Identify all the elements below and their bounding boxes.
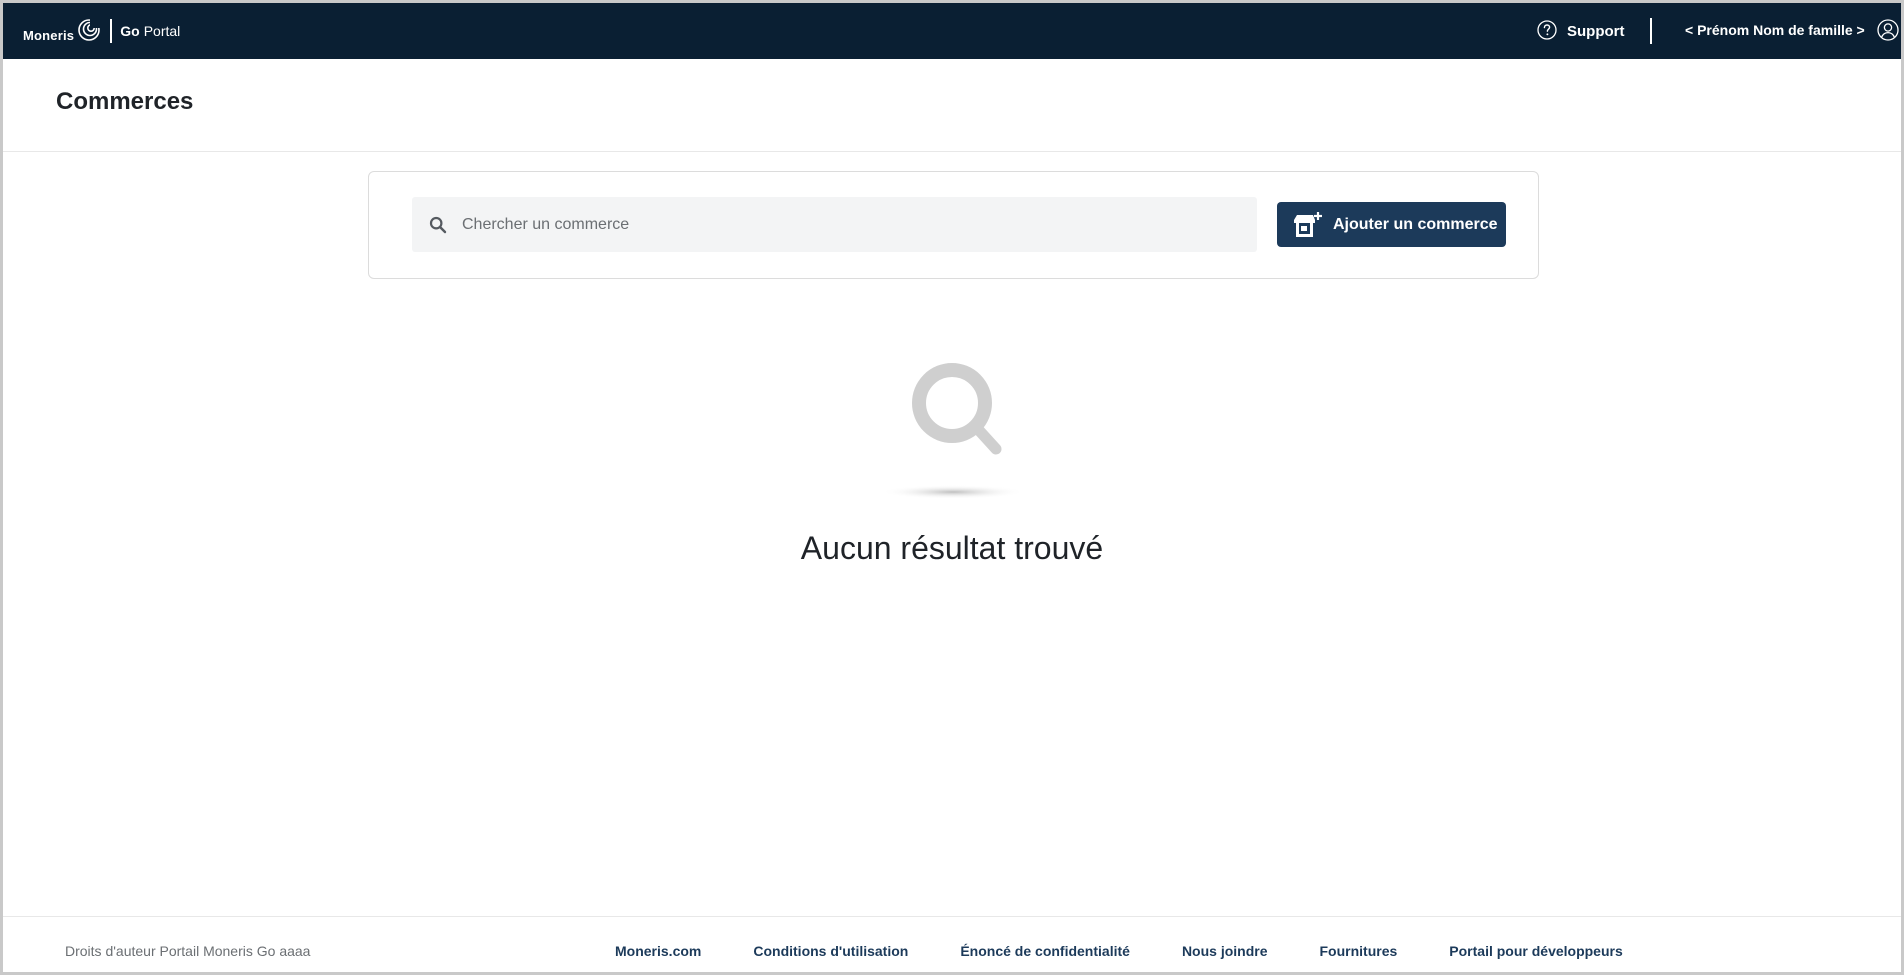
empty-search-icon [881,363,1025,499]
nav-divider [1650,18,1652,44]
moneris-go-portal-logo[interactable]: Moneris Go Portal [23,15,180,47]
add-store-icon [1294,211,1322,237]
user-account-icon[interactable] [1877,19,1899,41]
search-box[interactable] [412,197,1257,252]
no-results-message: Aucun résultat trouvé [800,530,1104,566]
footer-link-privacy[interactable]: Énoncé de confidentialité [960,943,1130,959]
footer-link-moneris[interactable]: Moneris.com [615,943,701,959]
moneris-swirl-icon [78,16,103,41]
logo-divider [110,19,113,43]
user-name-menu[interactable]: < Prénom Nom de famille > [1685,22,1865,38]
page-header: Commerces [3,59,1901,152]
footer: Droits d'auteur Portail Moneris Go aaaa … [3,916,1901,972]
brand-name: Moneris [23,27,75,43]
search-input[interactable] [460,203,1244,246]
search-icon [429,216,447,233]
copyright-text: Droits d'auteur Portail Moneris Go aaaa [65,943,311,959]
footer-link-developers[interactable]: Portail pour développeurs [1449,943,1622,959]
brand-product-go: Go [120,23,140,39]
app-window: Moneris Go Portal Support < Prénom Nom d… [0,0,1904,975]
add-merchant-button[interactable]: Ajouter un commerce [1277,202,1506,247]
footer-links: Moneris.com Conditions d'utilisation Éno… [615,943,1675,959]
help-circle-icon [1537,19,1557,40]
footer-link-contact[interactable]: Nous joindre [1182,943,1268,959]
footer-link-supplies[interactable]: Fournitures [1320,943,1398,959]
brand-product-portal: Portal [143,23,181,39]
support-link[interactable]: Support [1537,19,1625,40]
page-title: Commerces [56,88,194,115]
search-card: Ajouter un commerce [368,171,1539,279]
add-merchant-label: Ajouter un commerce [1333,215,1498,233]
footer-link-terms[interactable]: Conditions d'utilisation [753,943,908,959]
top-navigation-bar: Moneris Go Portal Support < Prénom Nom d… [3,3,1901,59]
support-label: Support [1567,23,1625,40]
